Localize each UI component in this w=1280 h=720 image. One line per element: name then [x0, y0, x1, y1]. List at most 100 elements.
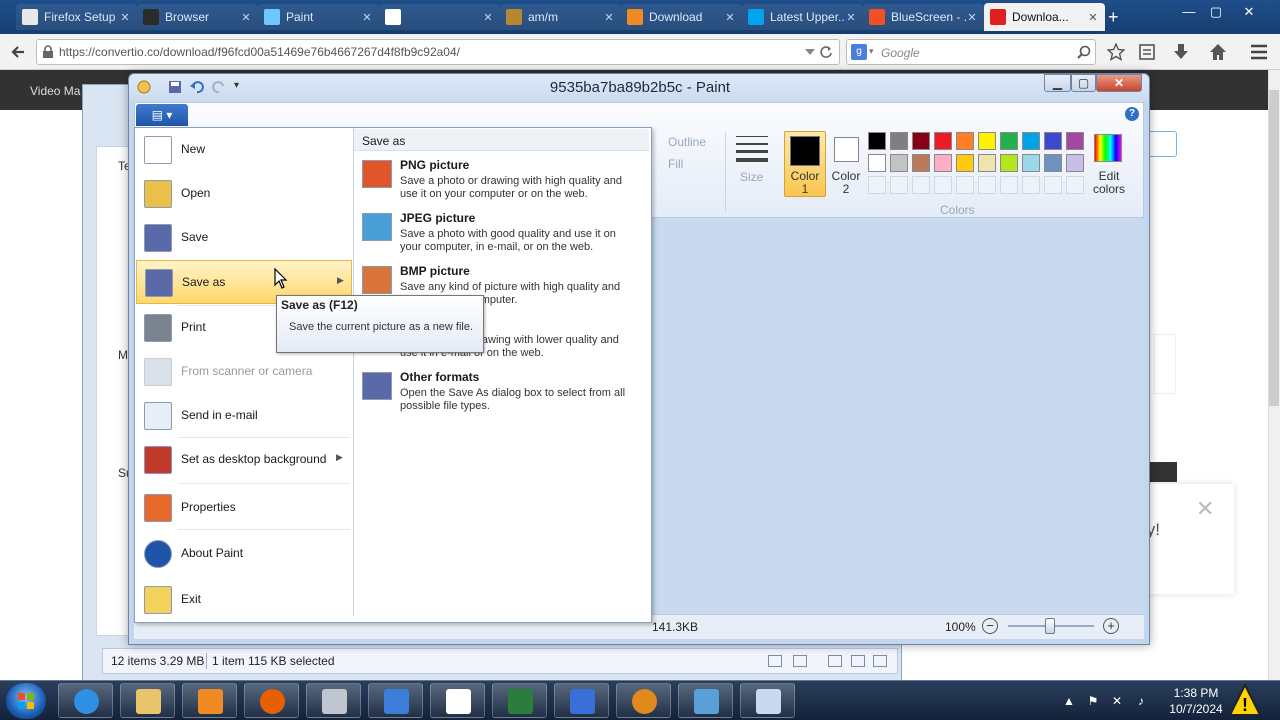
taskbar-app[interactable] [244, 683, 299, 718]
customize-toolbar-icon[interactable]: ▾ [234, 80, 239, 91]
browser-tab[interactable]: am/m ✕ [500, 4, 621, 30]
site-notice-close-icon[interactable]: ✕ [1196, 496, 1214, 522]
close-browser-button[interactable]: ✕ [1236, 3, 1262, 21]
url-bar[interactable]: https://convertio.co/download/f96fcd00a5… [36, 39, 840, 65]
browser-tab[interactable]: Latest Upper... ✕ [742, 4, 863, 30]
custom-color-slot[interactable] [912, 176, 930, 194]
menu-icon[interactable] [1250, 44, 1268, 60]
palette-swatch[interactable] [868, 154, 886, 172]
paint-maximize-button[interactable]: ▢ [1071, 74, 1096, 92]
google-icon[interactable]: g [851, 44, 867, 60]
custom-color-slot[interactable] [890, 176, 908, 194]
menu-item-about-paint[interactable]: About Paint [136, 532, 352, 576]
zoom-out-button[interactable]: − [982, 618, 998, 634]
palette-swatch[interactable] [978, 154, 996, 172]
zoom-in-button[interactable]: + [1103, 618, 1119, 634]
taskbar-app[interactable] [368, 683, 423, 718]
custom-color-slot[interactable] [978, 176, 996, 194]
palette-swatch[interactable] [934, 132, 952, 150]
taskbar-app[interactable] [306, 683, 361, 718]
palette-swatch[interactable] [912, 154, 930, 172]
warning-icon[interactable]: ! [1229, 683, 1261, 717]
taskbar-app[interactable] [740, 683, 795, 718]
quick-save-icon[interactable] [168, 80, 182, 94]
palette-swatch[interactable] [912, 132, 930, 150]
palette-swatch[interactable] [934, 154, 952, 172]
taskbar-app[interactable] [554, 683, 609, 718]
palette-swatch[interactable] [890, 132, 908, 150]
browser-tab[interactable]: Browser ✕ [137, 4, 258, 30]
maximize-browser-button[interactable]: ▢ [1203, 3, 1229, 21]
custom-color-slot[interactable] [868, 176, 886, 194]
paint-menu-button[interactable]: ▤ ▾ [136, 104, 188, 126]
menu-item-new[interactable]: New [136, 128, 352, 172]
tab-close-icon[interactable]: ✕ [603, 11, 615, 24]
color2-swatch[interactable] [834, 137, 859, 162]
action-center-icon[interactable]: ⚑ [1086, 694, 1100, 708]
network-icon[interactable]: ✕ [1110, 694, 1124, 708]
menu-item-send-in-e-mail[interactable]: Send in e-mail [136, 394, 352, 438]
palette-swatch[interactable] [978, 132, 996, 150]
list-view-icon[interactable] [793, 655, 807, 667]
clock-date[interactable]: 10/7/2024 [1160, 702, 1232, 716]
tab-close-icon[interactable]: ✕ [240, 11, 252, 24]
taskbar-app[interactable] [182, 683, 237, 718]
tiles-view-icon[interactable] [851, 655, 865, 667]
custom-color-slot[interactable] [956, 176, 974, 194]
paint-close-button[interactable]: ✕ [1096, 74, 1142, 92]
paint-minimize-button[interactable]: ▁ [1044, 74, 1071, 92]
minimize-browser-button[interactable]: — [1176, 3, 1202, 21]
volume-icon[interactable]: ♪ [1134, 694, 1148, 708]
new-tab-button[interactable]: + [1108, 8, 1119, 26]
start-button[interactable] [6, 683, 46, 719]
menu-item-from-scanner-or-camera[interactable]: From scanner or camera [136, 350, 352, 394]
downloads-icon[interactable] [1173, 43, 1189, 61]
browser-tab[interactable]: Download ✕ [621, 4, 742, 30]
menu-item-properties[interactable]: Properties [136, 486, 352, 530]
preview-pane-icon[interactable] [828, 655, 842, 667]
menu-item-exit[interactable]: Exit [136, 578, 352, 622]
taskbar-app[interactable] [492, 683, 547, 718]
palette-swatch[interactable] [1022, 154, 1040, 172]
tab-close-icon[interactable]: ✕ [966, 11, 978, 24]
bookmark-star-icon[interactable] [1107, 43, 1125, 61]
palette-swatch[interactable] [1022, 132, 1040, 150]
size-button[interactable]: Size [740, 170, 763, 184]
taskbar-app[interactable] [678, 683, 733, 718]
palette-swatch[interactable] [1066, 154, 1084, 172]
search-icon[interactable] [1077, 45, 1091, 59]
palette-swatch[interactable] [956, 154, 974, 172]
browser-tab[interactable]: Downloa... ✕ [984, 3, 1105, 31]
reload-icon[interactable] [819, 45, 833, 59]
custom-color-slot[interactable] [1000, 176, 1018, 194]
palette-swatch[interactable] [1044, 132, 1062, 150]
custom-color-slot[interactable] [1022, 176, 1040, 194]
browser-tab[interactable]: Firefox Setup ...✕ [16, 4, 137, 30]
zoom-slider-thumb[interactable] [1045, 618, 1055, 634]
menu-item-set-as-desktop-background[interactable]: Set as desktop background ▶ [136, 438, 352, 482]
search-engine-dropdown-icon[interactable]: ▾ [869, 46, 874, 57]
palette-swatch[interactable] [1044, 154, 1062, 172]
custom-color-slot[interactable] [1044, 176, 1062, 194]
edit-colors-button[interactable]: Edit colors [1090, 170, 1128, 196]
dropdown-arrow-icon[interactable] [805, 49, 815, 57]
palette-swatch[interactable] [890, 154, 908, 172]
tab-close-icon[interactable]: ✕ [482, 11, 494, 24]
back-button[interactable] [6, 39, 32, 65]
tab-close-icon[interactable]: ✕ [724, 11, 736, 24]
redo-icon[interactable] [212, 80, 226, 94]
custom-color-slot[interactable] [934, 176, 952, 194]
taskbar-app[interactable] [430, 683, 485, 718]
home-icon[interactable] [1209, 43, 1227, 61]
undo-icon[interactable] [190, 80, 204, 94]
taskbar-app[interactable] [120, 683, 175, 718]
menu-item-save[interactable]: Save [136, 216, 352, 260]
palette-swatch[interactable] [868, 132, 886, 150]
browser-tab[interactable]: ✕ [379, 4, 500, 30]
page-scrollbar-thumb[interactable] [1269, 90, 1279, 406]
tab-close-icon[interactable]: ✕ [1087, 11, 1099, 24]
browser-tab[interactable]: BlueScreen - ... ✕ [863, 4, 984, 30]
custom-color-slot[interactable] [1066, 176, 1084, 194]
taskbar-app[interactable] [616, 683, 671, 718]
outline-button[interactable]: Outline [668, 135, 706, 149]
